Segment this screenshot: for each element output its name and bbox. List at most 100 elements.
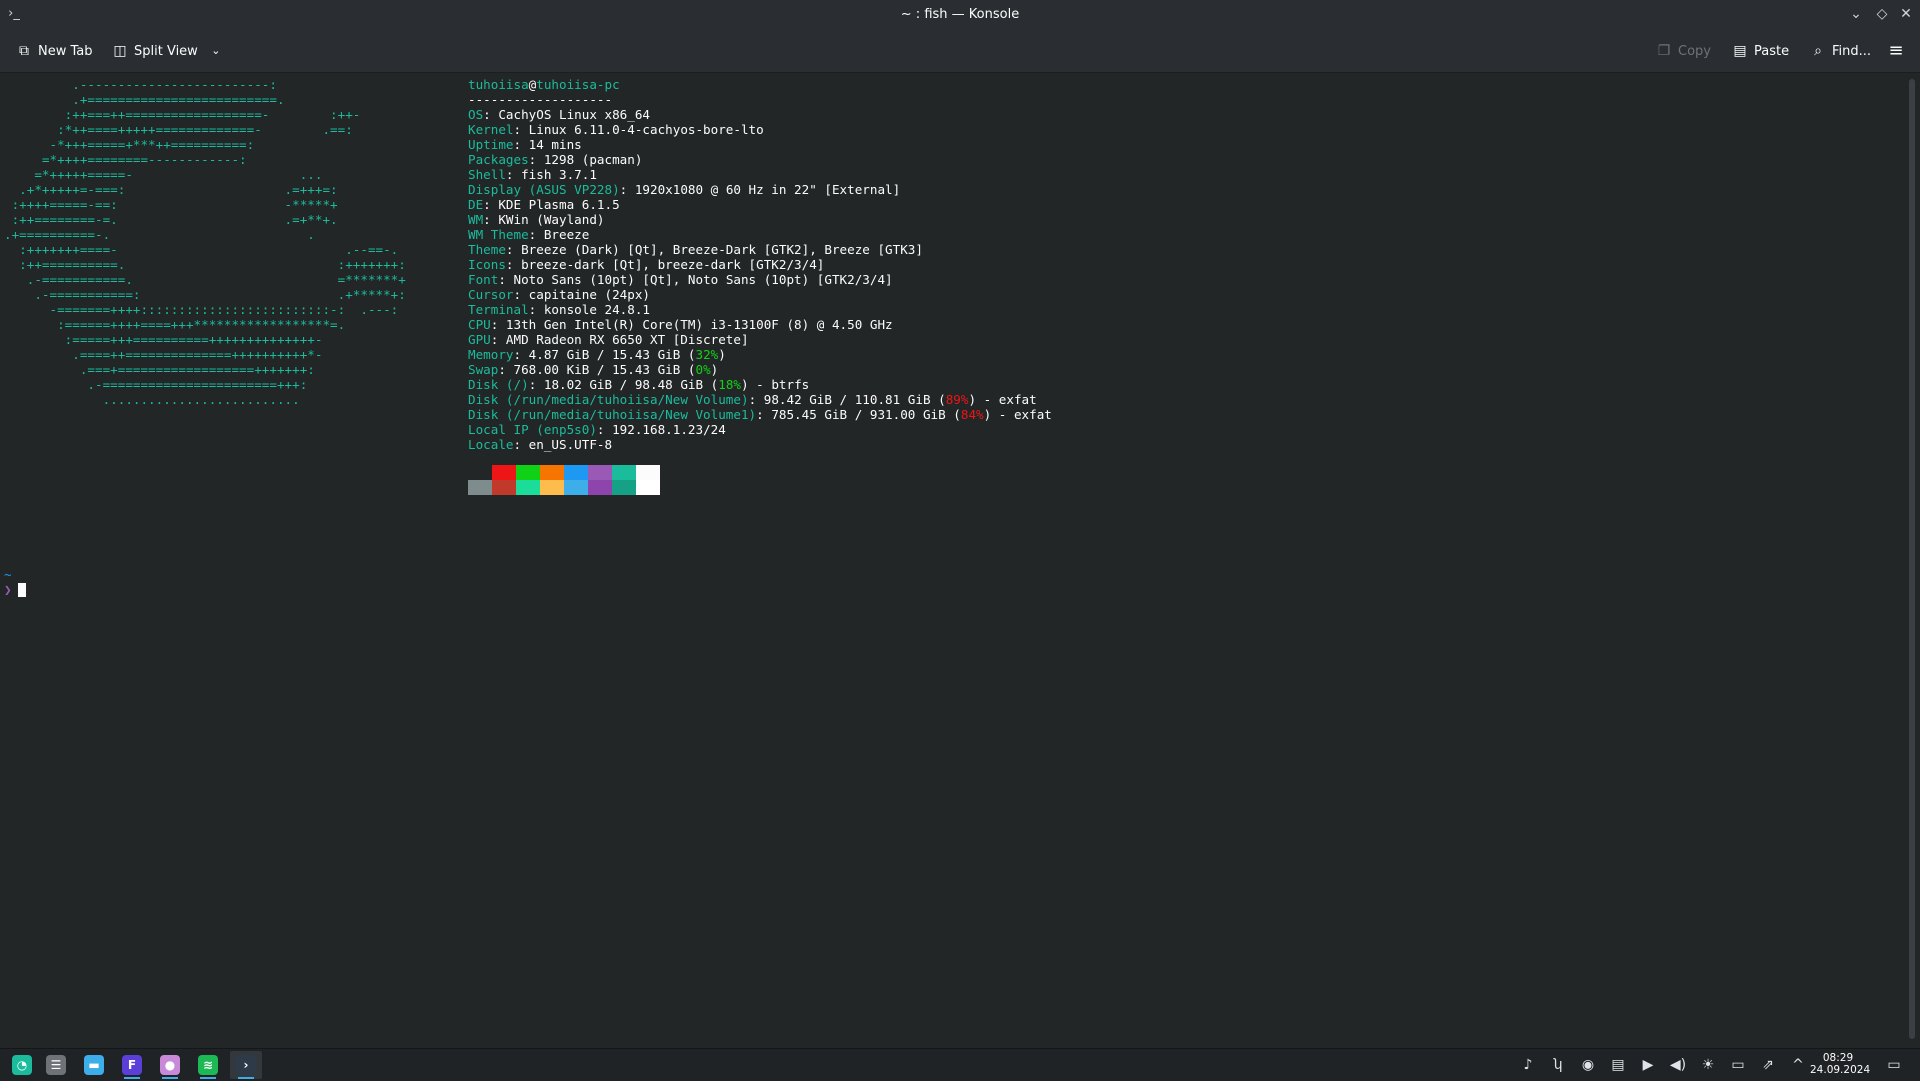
taskbar-app[interactable]: F	[116, 1051, 148, 1079]
info-separator: :	[528, 302, 544, 317]
info-value-tail: )	[718, 347, 726, 362]
info-value: capitaine (24px)	[528, 287, 650, 302]
copy-icon: ❐	[1657, 43, 1671, 59]
clock-date: 24.09.2024	[1810, 1064, 1871, 1076]
find-button[interactable]: ⌕ Find...	[1810, 39, 1871, 63]
show-desktop-icon[interactable]: ▭	[1884, 1055, 1904, 1075]
prompt-line[interactable]: ❯	[4, 582, 26, 597]
taskbar-app[interactable]: ›	[230, 1051, 262, 1079]
info-row: Display (ASUS VP228): 1920x1080 @ 60 Hz …	[468, 182, 1052, 197]
taskbar-app[interactable]: ≋	[192, 1051, 224, 1079]
taskbar-app[interactable]: ●	[154, 1051, 186, 1079]
info-value: Breeze (Dark) [Qt], Breeze-Dark [GTK2], …	[521, 242, 923, 257]
info-value: Noto Sans (10pt) [Qt], Noto Sans (10pt) …	[513, 272, 893, 287]
info-key: Icons	[468, 257, 506, 272]
info-key: OS	[468, 107, 484, 122]
paste-button[interactable]: ▤ Paste	[1732, 39, 1789, 63]
copy-button[interactable]: ❐ Copy	[1656, 39, 1711, 63]
info-separator: :	[513, 347, 529, 362]
info-key: Cursor	[468, 287, 514, 302]
info-row: Kernel: Linux 6.11.0-4-cachyos-bore-lto	[468, 122, 1052, 137]
taskbar-app[interactable]: ▬	[78, 1051, 110, 1079]
taskbar-app[interactable]: ☰	[40, 1051, 72, 1079]
color-swatch	[588, 465, 612, 480]
info-value: 768.00 KiB / 15.43 GiB (	[513, 362, 696, 377]
clipboard-icon[interactable]: ▤	[1608, 1055, 1628, 1075]
info-key-detail: (/run/media/tuhoiisa/New Volume1)	[498, 407, 757, 422]
new-tab-label: New Tab	[38, 43, 93, 59]
info-value: konsole 24.8.1	[543, 302, 650, 317]
title-bar[interactable]: ›_ ~ : fish — Konsole ⌄ ◇ ✕	[0, 0, 1920, 30]
info-row: Uptime: 14 mins	[468, 137, 1052, 152]
info-key-detail: (ASUS VP228)	[521, 182, 620, 197]
info-row: Shell: fish 3.7.1	[468, 167, 1052, 182]
split-view-icon: ◫	[113, 43, 127, 59]
info-key: Terminal	[468, 302, 529, 317]
network-tool-icon[interactable]: ʮ	[1548, 1055, 1568, 1075]
volume-icon[interactable]: ◀)	[1668, 1055, 1688, 1075]
chevron-down-icon[interactable]: ⌄	[208, 43, 224, 59]
minimize-icon[interactable]: ⌄	[1846, 4, 1866, 24]
show-hidden-icon[interactable]: ^	[1788, 1055, 1808, 1075]
taskbar-app[interactable]: ◔	[6, 1051, 38, 1079]
color-swatch	[636, 465, 660, 480]
info-key: Locale	[468, 437, 514, 452]
info-key-detail: (/run/media/tuhoiisa/New Volume)	[498, 392, 749, 407]
hamburger-menu-button[interactable]: ≡	[1888, 39, 1904, 63]
separator-line: -------------------	[468, 92, 613, 107]
display-icon[interactable]: ▭	[1728, 1055, 1748, 1075]
info-value: KWin (Wayland)	[498, 212, 605, 227]
close-icon[interactable]: ✕	[1896, 4, 1916, 24]
color-swatch	[468, 480, 492, 495]
info-separator: :	[490, 317, 506, 332]
maximize-icon[interactable]: ◇	[1872, 4, 1892, 24]
find-label: Find...	[1832, 43, 1872, 59]
scrollbar-thumb[interactable]	[1909, 79, 1915, 1039]
paste-label: Paste	[1754, 43, 1790, 59]
info-value: Linux 6.11.0-4-cachyos-bore-lto	[528, 122, 764, 137]
info-row: Disk (/run/media/tuhoiisa/New Volume1): …	[468, 407, 1052, 422]
color-swatch	[612, 480, 636, 495]
notification-icon[interactable]: ♪	[1518, 1055, 1538, 1075]
media-player-icon[interactable]: ▶	[1638, 1055, 1658, 1075]
search-icon: ⌕	[1814, 43, 1822, 59]
info-separator: :	[528, 152, 544, 167]
scrollbar[interactable]	[1904, 73, 1920, 1046]
info-separator: :	[513, 437, 529, 452]
info-row: Swap: 768.00 KiB / 15.43 GiB (0%)	[468, 362, 1052, 377]
split-view-button[interactable]: ◫ Split View ⌄	[112, 39, 224, 63]
info-row: Locale: en_US.UTF-8	[468, 437, 1052, 452]
info-separator: :	[748, 392, 764, 407]
info-separator: :	[513, 122, 529, 137]
color-swatch	[588, 480, 612, 495]
text-cursor	[17, 582, 26, 597]
spotify-icon: ≋	[198, 1055, 218, 1075]
info-value-tail: )	[710, 362, 719, 377]
info-key: CPU	[468, 317, 491, 332]
brightness-icon[interactable]: ☀	[1698, 1055, 1718, 1075]
info-row: Disk (/run/media/tuhoiisa/New Volume): 9…	[468, 392, 1052, 407]
prompt-cwd: ~	[4, 567, 12, 582]
window-title: ~ : fish — Konsole	[900, 7, 1020, 22]
info-key: Shell	[468, 167, 506, 182]
color-swatch	[516, 480, 540, 495]
info-value: 4.87 GiB / 15.43 GiB (	[528, 347, 696, 362]
info-key: Disk	[468, 392, 499, 407]
info-value: fish 3.7.1	[521, 167, 597, 182]
info-separator: :	[483, 212, 499, 227]
new-tab-button[interactable]: ⧉ New Tab	[16, 39, 93, 63]
connect-icon[interactable]: ⇗	[1758, 1055, 1778, 1075]
info-separator: :	[528, 377, 544, 392]
digital-clock[interactable]: 08:29 24.09.2024	[1810, 1052, 1871, 1076]
info-key: WM	[468, 212, 484, 227]
info-separator: :	[756, 407, 772, 422]
terminal-view[interactable]: .-------------------------: .+==========…	[0, 73, 1904, 1046]
info-separator: :	[505, 167, 522, 182]
info-key-detail: (/)	[498, 377, 529, 392]
info-separator: :	[619, 182, 635, 197]
steam-icon[interactable]: ◉	[1578, 1055, 1598, 1075]
info-row: WM Theme: Breeze	[468, 227, 1052, 242]
info-row: OS: CachyOS Linux x86_64	[468, 107, 1052, 122]
info-value: 13th Gen Intel(R) Core(TM) i3-13100F (8)…	[505, 317, 893, 332]
hostname: tuhoiisa-pc	[536, 77, 620, 92]
